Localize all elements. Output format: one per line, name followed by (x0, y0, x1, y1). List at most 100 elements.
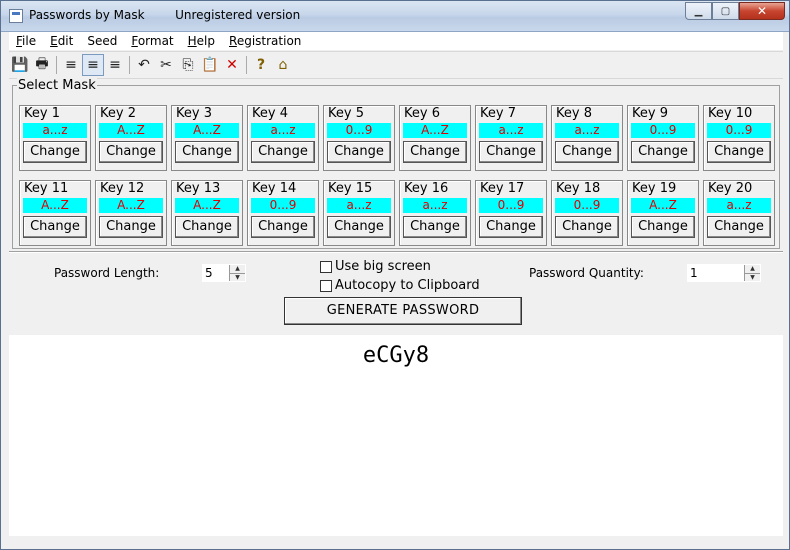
autocopy-checkbox[interactable]: Autocopy to Clipboard (320, 278, 480, 293)
close-button[interactable]: ✕ (739, 2, 785, 20)
menu-edit[interactable]: Edit (43, 34, 80, 48)
home-icon[interactable]: ⌂ (272, 54, 294, 76)
key-range: A...Z (175, 198, 239, 213)
spin-down-icon[interactable]: ▼ (745, 274, 760, 282)
maximize-button[interactable]: ▢ (712, 2, 739, 20)
help-icon[interactable]: ? (250, 54, 272, 76)
minimize-button[interactable]: ▁ (685, 2, 712, 20)
menu-help[interactable]: Help (181, 34, 222, 48)
spin-up-icon[interactable]: ▲ (230, 265, 245, 274)
key-7-box: Key 7 a...z Change (475, 105, 547, 171)
key-range: 0...9 (631, 123, 695, 138)
password-quantity-label: Password Quantity: (529, 266, 644, 280)
align-center-icon[interactable]: ≡ (82, 54, 104, 76)
menu-bar: File Edit Seed Format Help Registration (9, 32, 783, 50)
save-icon[interactable]: 💾 (9, 54, 31, 76)
key-10-change-button[interactable]: Change (707, 141, 771, 163)
menu-registration[interactable]: Registration (222, 34, 308, 48)
key-19-box: Key 19 A...Z Change (627, 180, 699, 246)
key-range: A...Z (23, 198, 87, 213)
main-panel: Select Mask Key 1 a...z Change Key 2 A...Z Ch… (9, 78, 783, 536)
key-20-change-button[interactable]: Change (707, 216, 771, 238)
key-label: Key 17 (480, 181, 525, 196)
key-range: 0...9 (555, 198, 619, 213)
menu-file[interactable]: File (9, 34, 43, 48)
key-range: 0...9 (327, 123, 391, 138)
key-range: A...Z (99, 198, 163, 213)
key-range: A...Z (99, 123, 163, 138)
key-19-change-button[interactable]: Change (631, 216, 695, 238)
key-14-change-button[interactable]: Change (251, 216, 315, 238)
key-9-change-button[interactable]: Change (631, 141, 695, 163)
password-length-arrows[interactable]: ▲ ▼ (229, 265, 245, 281)
spin-down-icon[interactable]: ▼ (230, 274, 245, 282)
key-range: a...z (479, 123, 543, 138)
key-11-change-button[interactable]: Change (23, 216, 87, 238)
key-label: Key 2 (100, 106, 136, 121)
align-right-icon[interactable]: ≡ (104, 54, 126, 76)
cut-icon[interactable]: ✂ (155, 54, 177, 76)
password-quantity-value[interactable]: 1 (690, 266, 698, 280)
key-3-change-button[interactable]: Change (175, 141, 239, 163)
key-4-change-button[interactable]: Change (251, 141, 315, 163)
key-13-change-button[interactable]: Change (175, 216, 239, 238)
toolbar-separator (246, 56, 247, 74)
align-left-icon[interactable]: ≡ (60, 54, 82, 76)
key-label: Key 12 (100, 181, 145, 196)
generate-password-button[interactable]: GENERATE PASSWORD (284, 297, 522, 325)
key-range: a...z (707, 198, 771, 213)
key-7-change-button[interactable]: Change (479, 141, 543, 163)
key-12-change-button[interactable]: Change (99, 216, 163, 238)
key-label: Key 10 (708, 106, 753, 121)
undo-icon[interactable]: ↶ (133, 54, 155, 76)
key-label: Key 19 (632, 181, 677, 196)
key-range: A...Z (631, 198, 695, 213)
spin-up-icon[interactable]: ▲ (745, 265, 760, 274)
key-1-change-button[interactable]: Change (23, 141, 87, 163)
paste-icon[interactable]: 📋 (199, 54, 221, 76)
divider (9, 251, 783, 253)
key-range: 0...9 (479, 198, 543, 213)
right-edge (783, 79, 789, 536)
key-18-change-button[interactable]: Change (555, 216, 619, 238)
key-6-change-button[interactable]: Change (403, 141, 467, 163)
key-range: 0...9 (707, 123, 771, 138)
menu-seed[interactable]: Seed (80, 34, 124, 48)
key-label: Key 1 (24, 106, 60, 121)
key-label: Key 18 (556, 181, 601, 196)
big-screen-checkbox[interactable]: Use big screen (320, 259, 431, 274)
checkbox-box[interactable] (320, 279, 332, 292)
key-label: Key 3 (176, 106, 212, 121)
menu-format[interactable]: Format (124, 34, 180, 48)
password-quantity-spinner[interactable]: 1 ▲ ▼ (687, 264, 761, 282)
key-6-box: Key 6 A...Z Change (399, 105, 471, 171)
key-label: Key 6 (404, 106, 440, 121)
key-5-box: Key 5 0...9 Change (323, 105, 395, 171)
key-range: A...Z (403, 123, 467, 138)
app-icon (9, 9, 23, 23)
print-icon[interactable]: 🖶 (31, 54, 53, 76)
key-18-box: Key 18 0...9 Change (551, 180, 623, 246)
key-16-change-button[interactable]: Change (403, 216, 467, 238)
delete-icon[interactable]: ✕ (221, 54, 243, 76)
key-8-change-button[interactable]: Change (555, 141, 619, 163)
toolbar-separator (56, 56, 57, 74)
checkbox-box[interactable] (320, 260, 332, 273)
key-2-box: Key 2 A...Z Change (95, 105, 167, 171)
key-2-change-button[interactable]: Change (99, 141, 163, 163)
key-13-box: Key 13 A...Z Change (171, 180, 243, 246)
copy-icon[interactable]: ⎘ (177, 54, 199, 76)
title-bar[interactable]: Passwords by Mask Unregistered version ▁… (1, 1, 789, 32)
password-output[interactable]: eCGy8 (9, 335, 783, 536)
password-length-value[interactable]: 5 (205, 266, 213, 280)
window-controls: ▁ ▢ ✕ (685, 2, 785, 20)
key-label: Key 9 (632, 106, 668, 121)
key-1-box: Key 1 a...z Change (19, 105, 91, 171)
password-length-spinner[interactable]: 5 ▲ ▼ (202, 264, 246, 282)
key-label: Key 7 (480, 106, 516, 121)
password-quantity-arrows[interactable]: ▲ ▼ (744, 265, 760, 281)
key-16-box: Key 16 a...z Change (399, 180, 471, 246)
key-15-change-button[interactable]: Change (327, 216, 391, 238)
key-17-change-button[interactable]: Change (479, 216, 543, 238)
key-5-change-button[interactable]: Change (327, 141, 391, 163)
